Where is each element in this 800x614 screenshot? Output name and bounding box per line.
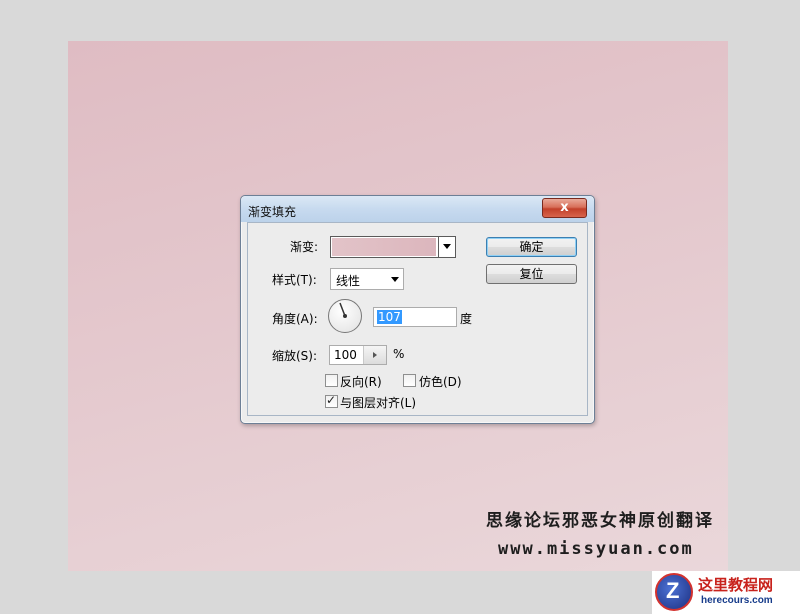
style-label: 样式(T): xyxy=(272,273,317,287)
angle-unit: 度 xyxy=(460,312,473,326)
dialog-body: 渐变: 样式(T): 线性 角度(A): 107 度 缩放(S): 100 % … xyxy=(247,222,588,416)
gradient-label: 渐变: xyxy=(290,240,319,254)
gradient-preview-swatch[interactable] xyxy=(332,238,436,256)
reset-button[interactable]: 复位 xyxy=(486,264,577,284)
gradient-picker[interactable] xyxy=(330,236,456,258)
dialog-titlebar[interactable]: 渐变填充 x xyxy=(241,196,594,222)
gradient-fill-dialog: 渐变填充 x 渐变: 样式(T): 线性 角度(A): 107 度 缩放(S):… xyxy=(240,195,595,424)
chevron-down-icon xyxy=(391,277,399,282)
angle-dial-indicator xyxy=(339,302,347,318)
gradient-dropdown-button[interactable] xyxy=(438,237,455,257)
align-with-layer-checkbox[interactable]: ✓ xyxy=(325,393,338,408)
close-button[interactable]: x xyxy=(542,198,587,218)
logo-name: 这里教程网 xyxy=(698,576,774,594)
watermark-site-name: 思缘论坛邪恶女神原创翻译 xyxy=(486,511,714,531)
scale-input-value: 100 xyxy=(334,348,357,362)
dialog-title: 渐变填充 xyxy=(248,205,297,219)
angle-input-value: 107 xyxy=(377,310,402,324)
angle-label: 角度(A): xyxy=(272,312,318,326)
angle-input[interactable]: 107 xyxy=(373,307,457,327)
logo-url: herecours.com xyxy=(701,595,773,606)
site-logo: Z 这里教程网 herecours.com xyxy=(652,571,800,614)
scale-unit: % xyxy=(393,347,405,361)
style-select-value: 线性 xyxy=(336,274,361,288)
scale-input[interactable]: 100 xyxy=(329,345,387,365)
align-with-layer-label[interactable]: 与图层对齐(L) xyxy=(340,394,416,411)
ok-button[interactable]: 确定 xyxy=(486,237,577,257)
logo-letter: Z xyxy=(666,578,680,603)
dither-checkbox[interactable] xyxy=(403,374,416,387)
scale-label: 缩放(S): xyxy=(272,349,318,363)
chevron-right-icon xyxy=(373,352,377,358)
chevron-down-icon xyxy=(443,244,451,249)
reverse-label[interactable]: 反向(R) xyxy=(340,373,382,390)
reverse-checkbox[interactable] xyxy=(325,374,338,387)
angle-dial[interactable] xyxy=(328,299,362,333)
style-select[interactable]: 线性 xyxy=(330,268,404,290)
scale-slider-button[interactable] xyxy=(363,346,386,364)
dither-label[interactable]: 仿色(D) xyxy=(419,373,462,390)
logo-icon: Z xyxy=(655,573,693,611)
watermark-site-url: www.missyuan.com xyxy=(498,539,694,559)
close-icon: x xyxy=(560,200,569,215)
checkmark-icon: ✓ xyxy=(326,393,337,407)
